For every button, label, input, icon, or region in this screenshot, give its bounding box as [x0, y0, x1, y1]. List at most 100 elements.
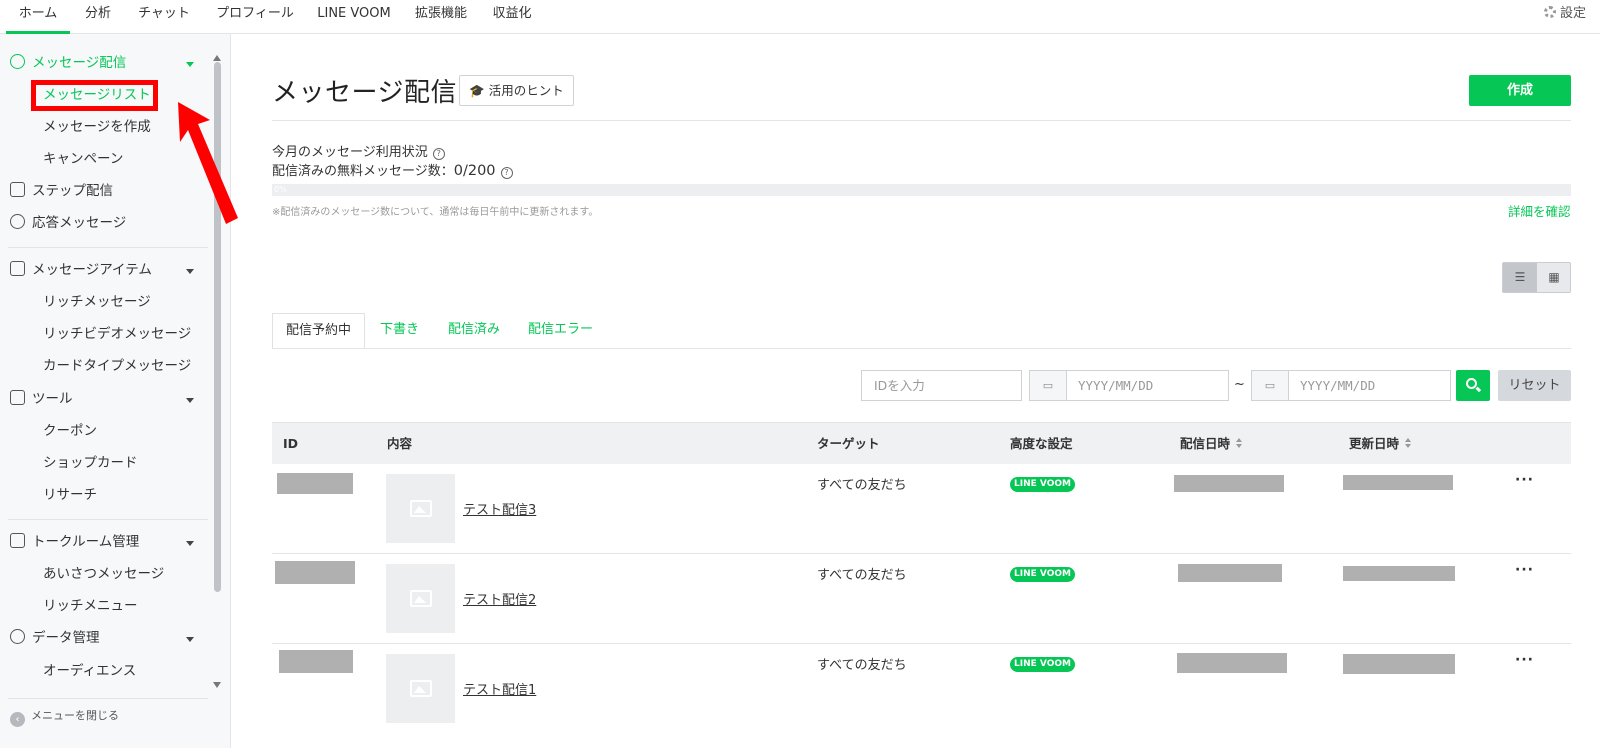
database-icon [10, 629, 25, 644]
sidebar-item-messages[interactable]: メッセージ配信 [10, 52, 126, 74]
column-content: 内容 [387, 436, 413, 451]
id-search-input[interactable]: IDを入力 [861, 370, 1022, 401]
table-row[interactable]: テスト配信3 すべての友だち LINE VOOM ··· [272, 464, 1571, 554]
tab-scheduled[interactable]: 配信予約中 [272, 313, 366, 349]
message-thumbnail [386, 564, 455, 633]
sidebar-item-response[interactable]: 応答メッセージ [10, 212, 126, 234]
tab-home[interactable]: ホーム [6, 0, 70, 34]
tab-analytics[interactable]: 分析 [80, 0, 116, 34]
start-date-input[interactable]: ▭ YYYY/MM/DD [1029, 370, 1229, 401]
date-range-separator: ~ [1234, 377, 1245, 392]
store-icon [10, 390, 25, 405]
sidebar-item-talkroom[interactable]: トークルーム管理 [10, 531, 139, 553]
sidebar-item-card-type[interactable]: カードタイプメッセージ [43, 355, 191, 377]
calendar-view-icon[interactable]: ▦ [1537, 263, 1571, 292]
tab-sent[interactable]: 配信済み [448, 313, 500, 349]
annotation-arrow [178, 102, 238, 224]
sidebar-item-audience[interactable]: オーディエンス [43, 660, 136, 682]
create-button[interactable]: 作成 [1469, 75, 1571, 106]
redacted-send-date [1177, 653, 1287, 673]
divider [272, 348, 1571, 349]
view-toggle: ☰ ▦ [1502, 262, 1571, 293]
page-title: メッセージ配信 [272, 78, 457, 108]
tab-drafts[interactable]: 下書き [380, 313, 419, 349]
sidebar-item-research[interactable]: リサーチ [43, 484, 97, 506]
sidebar-item-rich-menu[interactable]: リッチメニュー [43, 595, 138, 617]
redacted-id [277, 473, 353, 494]
line-voom-badge: LINE VOOM [1010, 567, 1075, 582]
top-navigation: ホーム 分析 チャット プロフィール LINE VOOM 拡張機能 収益化 設定 [0, 0, 1600, 34]
message-target: すべての友だち [817, 658, 907, 673]
settings-link[interactable]: 設定 [1543, 0, 1586, 28]
search-button[interactable] [1456, 370, 1490, 401]
usage-progress-bar: 0% [272, 184, 1571, 196]
sidebar-item-data[interactable]: データ管理 [10, 627, 100, 649]
tab-error[interactable]: 配信エラー [528, 313, 593, 349]
sidebar-item-label: メッセージ配信 [32, 55, 127, 71]
tab-profile[interactable]: プロフィール [212, 0, 298, 34]
sidebar-item-rich-message[interactable]: リッチメッセージ [43, 291, 151, 313]
column-updated-date[interactable]: 更新日時 [1349, 423, 1412, 465]
sidebar-item-tools[interactable]: ツール [10, 388, 73, 410]
calendar-icon: ▭ [1030, 371, 1067, 400]
table-header: ID 内容 ターゲット 高度な設定 配信日時 更新日時 [272, 422, 1571, 464]
more-options-icon[interactable]: ··· [1515, 472, 1534, 488]
tab-chat[interactable]: チャット [134, 0, 194, 34]
chevron-down-icon[interactable] [186, 637, 194, 642]
tab-line-voom[interactable]: LINE VOOM [314, 0, 394, 34]
sidebar-item-rich-video[interactable]: リッチビデオメッセージ [43, 323, 191, 345]
sidebar-item-shop-card[interactable]: ショップカード [43, 452, 138, 474]
sidebar-item-step[interactable]: ステップ配信 [10, 180, 113, 202]
sidebar-item-create-message[interactable]: メッセージを作成 [43, 116, 151, 138]
redacted-id [279, 650, 353, 673]
message-title-link[interactable]: テスト配信3 [463, 499, 536, 518]
divider [272, 120, 1571, 121]
sidebar-item-label: メッセージアイテム [32, 262, 152, 278]
close-menu-button[interactable]: ‹ メニューを閉じる [10, 706, 119, 727]
message-target: すべての友だち [817, 568, 907, 583]
date-placeholder: YYYY/MM/DD [1300, 378, 1376, 393]
image-placeholder-icon [410, 590, 432, 607]
tab-monetization[interactable]: 収益化 [489, 0, 535, 34]
image-placeholder-icon [410, 680, 432, 697]
table-row[interactable]: テスト配信1 すべての友だち LINE VOOM ··· [272, 644, 1571, 748]
scroll-up-arrow[interactable] [213, 55, 221, 61]
sidebar-item-message-items[interactable]: メッセージアイテム [10, 259, 152, 281]
column-send-date[interactable]: 配信日時 [1180, 423, 1243, 465]
usage-count: 配信済みの無料メッセージ数：0/200? [272, 160, 513, 179]
chevron-down-icon[interactable] [186, 62, 194, 67]
end-date-input[interactable]: ▭ YYYY/MM/DD [1251, 370, 1451, 401]
sidebar-item-campaign[interactable]: キャンペーン [43, 148, 123, 170]
list-view-icon[interactable]: ☰ [1503, 263, 1537, 292]
more-options-icon[interactable]: ··· [1515, 562, 1534, 578]
calendar-icon: ▭ [1252, 371, 1289, 400]
chevron-down-icon[interactable] [186, 398, 194, 403]
redacted-id [275, 561, 355, 584]
hierarchy-icon [10, 182, 25, 197]
chevron-down-icon[interactable] [186, 269, 194, 274]
redacted-updated-date [1343, 475, 1453, 490]
sidebar-item-greeting[interactable]: あいさつメッセージ [43, 563, 164, 585]
reset-button[interactable]: リセット [1498, 370, 1571, 401]
detail-link[interactable]: 詳細を確認 [1508, 201, 1571, 220]
sidebar-item-label: トークルーム管理 [32, 534, 140, 550]
column-target: ターゲット [817, 436, 880, 451]
more-options-icon[interactable]: ··· [1515, 652, 1534, 668]
table-row[interactable]: テスト配信2 すべての友だち LINE VOOM ··· [272, 554, 1571, 644]
sort-icon [1405, 438, 1412, 449]
hint-button[interactable]: 🎓 活用のヒント [459, 75, 574, 106]
column-advanced: 高度な設定 [1010, 436, 1073, 451]
sidebar-item-coupon[interactable]: クーポン [43, 420, 97, 442]
help-icon[interactable]: ? [432, 148, 445, 160]
annotation-highlight-box [31, 80, 158, 111]
message-title-link[interactable]: テスト配信1 [463, 679, 536, 698]
help-icon[interactable]: ? [500, 167, 513, 179]
line-voom-badge: LINE VOOM [1010, 657, 1075, 672]
column-label: 更新日時 [1349, 436, 1400, 451]
chevron-down-icon[interactable] [186, 541, 194, 546]
message-title-link[interactable]: テスト配信2 [463, 589, 536, 608]
usage-title: 今月のメッセージ利用状況? [272, 141, 445, 160]
usage-note: ※配信済みのメッセージ数について、通常は毎日午前中に更新されます。 [272, 207, 599, 218]
scroll-down-arrow[interactable] [213, 682, 221, 688]
tab-extensions[interactable]: 拡張機能 [411, 0, 471, 34]
